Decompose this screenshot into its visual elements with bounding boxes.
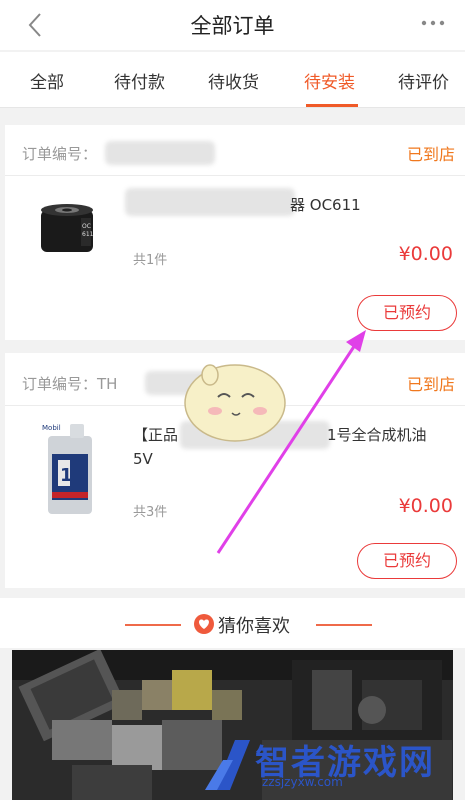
order-status: 已到店 [406,375,455,394]
reserved-button[interactable]: 已预约 [357,543,457,579]
order-card[interactable]: 订单编号： 已到店 OC 611 器 OC611 共1件 ¥0.00 已预约 [5,125,465,340]
tab-pending-payment[interactable]: 待付款 [114,68,165,93]
divider [316,624,372,626]
svg-text:611: 611 [82,231,94,238]
tab-all[interactable]: 全部 [30,68,64,93]
svg-text:1: 1 [60,465,73,486]
mascot-sticker [184,364,286,442]
motor-oil-image[interactable]: 1 Mobil [40,418,100,518]
recommend-title: 猜你喜欢 [218,616,290,637]
app-header: 全部订单 [0,0,465,50]
product-name: 器 OC611 [290,196,361,214]
watermark-logo-icon [205,740,250,790]
quantity: 共3件 [133,505,168,520]
tab-pending-install[interactable]: 待安装 [304,68,355,93]
tab-pending-receipt[interactable]: 待收货 [208,68,259,93]
divider [5,175,465,176]
redacted-product-name [125,188,295,216]
price: ¥0.00 [398,243,453,265]
redacted-order-number [105,141,215,165]
product-name-line1-tail: 1号全合成机油 [327,426,427,444]
active-tab-indicator [306,104,358,107]
recommend-header: 猜你喜欢 [0,598,465,648]
more-options-icon[interactable] [419,13,447,33]
watermark-subtitle: zzsjzyxw.com [262,775,343,789]
reserved-button[interactable]: 已预约 [357,295,457,331]
price: ¥0.00 [398,495,453,517]
order-number-label: 订单编号： [22,145,98,163]
oil-filter-image[interactable]: OC 611 [35,200,107,258]
svg-text:OC: OC [82,223,91,230]
divider [125,624,181,626]
quantity: 共1件 [133,253,168,268]
product-name-line2: 5V [133,450,153,468]
heart-icon [194,614,214,634]
product-name-line1: 【正品 [133,426,179,444]
brand-label: Mobil [42,424,61,432]
page-title: 全部订单 [190,14,275,38]
order-number-label: 订单编号：TH [22,375,118,393]
tab-pending-review[interactable]: 待评价 [398,68,449,93]
order-tabs: 全部 待付款 待收货 待安装 待评价 [0,52,465,108]
order-status: 已到店 [406,145,455,164]
